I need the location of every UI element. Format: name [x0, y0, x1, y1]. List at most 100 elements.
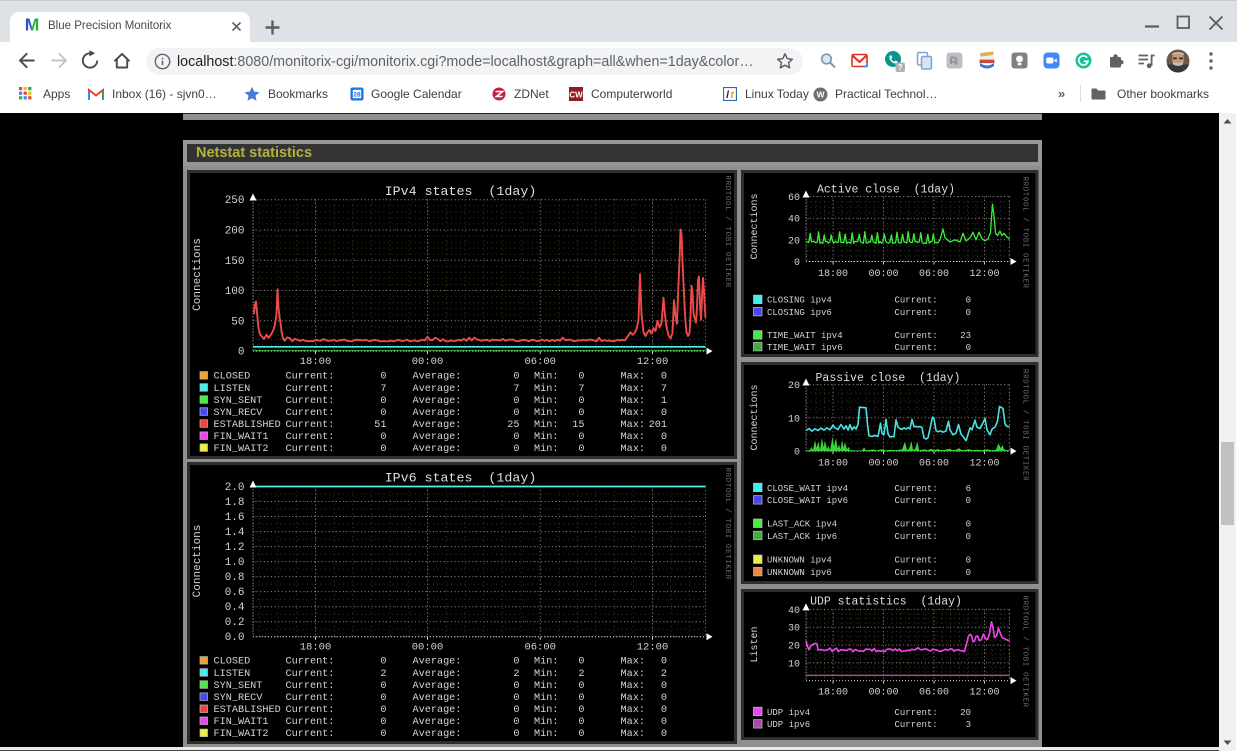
svg-text:Current:: Current:	[285, 444, 334, 455]
svg-text:20: 20	[788, 381, 800, 392]
svg-text:0: 0	[578, 717, 584, 728]
svg-text:Current:: Current:	[285, 705, 334, 716]
svg-text:Max:: Max:	[620, 657, 644, 668]
svg-text:Average:: Average:	[412, 693, 461, 704]
svg-text:Min:: Min:	[534, 656, 558, 668]
svg-text:0: 0	[380, 407, 386, 418]
svg-text:Current:: Current:	[285, 407, 334, 418]
svg-text:Min:: Min:	[534, 692, 558, 704]
svg-text:0: 0	[513, 681, 519, 692]
svg-text:Connections: Connections	[192, 238, 204, 311]
svg-text:18:00: 18:00	[818, 687, 848, 698]
svg-text:UDP ipv4: UDP ipv4	[767, 707, 810, 717]
svg-text:28: 28	[353, 92, 361, 99]
svg-text:UDP ipv6: UDP ipv6	[767, 720, 810, 730]
svg-text:Current:: Current:	[285, 431, 334, 442]
svg-text:18:00: 18:00	[299, 642, 331, 654]
svg-text:0: 0	[513, 693, 519, 704]
svg-text:0: 0	[380, 729, 386, 740]
svg-text:CLOSE_WAIT ipv6: CLOSE_WAIT ipv6	[767, 496, 848, 506]
svg-text:Average:: Average:	[412, 444, 461, 455]
svg-text:12:00: 12:00	[636, 356, 668, 368]
svg-text:0: 0	[513, 444, 519, 455]
svg-text:0: 0	[513, 371, 519, 382]
svg-text:Max:: Max:	[620, 431, 644, 442]
svg-text:0: 0	[660, 657, 666, 668]
svg-text:0: 0	[513, 657, 519, 668]
svg-text:Max:: Max:	[620, 407, 644, 418]
svg-text:Average:: Average:	[412, 717, 461, 728]
svg-text:RRDTOOL / TOBI OETIKER: RRDTOOL / TOBI OETIKER	[723, 468, 731, 580]
svg-text:06:00: 06:00	[919, 269, 949, 280]
svg-text:Max:: Max:	[620, 669, 644, 680]
svg-text:Average:: Average:	[412, 657, 461, 668]
svg-text:Current:: Current:	[285, 717, 334, 728]
svg-text:Min:: Min:	[534, 406, 558, 418]
svg-text:Min:: Min:	[534, 418, 558, 430]
svg-text:Average:: Average:	[412, 383, 461, 394]
svg-text:Current:: Current:	[895, 519, 938, 529]
svg-text:40: 40	[788, 605, 800, 616]
svg-text:0: 0	[380, 444, 386, 455]
svg-text:1.0: 1.0	[224, 557, 244, 569]
svg-text:200: 200	[224, 225, 244, 237]
svg-text:0: 0	[966, 531, 971, 541]
svg-text:0: 0	[660, 717, 666, 728]
svg-text:SYN_RECV: SYN_RECV	[213, 693, 263, 704]
svg-text:FIN_WAIT2: FIN_WAIT2	[213, 444, 268, 455]
svg-text:2.0: 2.0	[224, 482, 244, 494]
svg-text:50: 50	[231, 316, 244, 328]
svg-text:RRDTOOL / TOBI OETIKER: RRDTOOL / TOBI OETIKER	[723, 175, 731, 287]
svg-text:12:00: 12:00	[969, 269, 999, 280]
svg-text:Average:: Average:	[412, 419, 461, 430]
svg-text:ESTABLISHED: ESTABLISHED	[213, 705, 280, 716]
svg-text:18:00: 18:00	[299, 356, 331, 368]
svg-text:0: 0	[578, 395, 584, 406]
svg-text:Max:: Max:	[620, 693, 644, 704]
svg-text:2: 2	[513, 669, 519, 680]
svg-text:0: 0	[660, 371, 666, 382]
svg-text:23: 23	[960, 331, 971, 341]
svg-text:0: 0	[578, 657, 584, 668]
svg-text:7: 7	[513, 383, 519, 394]
svg-text:SYN_SENT: SYN_SENT	[213, 395, 262, 406]
svg-text:CLOSE_WAIT ipv4: CLOSE_WAIT ipv4	[767, 483, 848, 493]
svg-text:Average:: Average:	[412, 407, 461, 418]
svg-text:Average:: Average:	[412, 669, 461, 680]
svg-text:Connections: Connections	[749, 193, 761, 259]
svg-text:0: 0	[380, 371, 386, 382]
svg-text:Current:: Current:	[285, 419, 334, 430]
svg-text:0: 0	[578, 693, 584, 704]
svg-text:Average:: Average:	[412, 395, 461, 406]
svg-text:1: 1	[660, 395, 666, 406]
svg-text:Average:: Average:	[412, 431, 461, 442]
svg-text:0: 0	[660, 693, 666, 704]
svg-text:40: 40	[788, 214, 800, 225]
svg-text:Listen: Listen	[749, 626, 761, 662]
svg-text:Current:: Current:	[895, 308, 938, 318]
svg-text:?: ?	[898, 63, 903, 72]
svg-text:0: 0	[578, 729, 584, 740]
svg-text:Current:: Current:	[285, 681, 334, 692]
svg-text:20: 20	[788, 236, 800, 247]
svg-text:SYN_SENT: SYN_SENT	[213, 681, 262, 692]
svg-text:0: 0	[660, 431, 666, 442]
svg-text:0: 0	[380, 431, 386, 442]
svg-text:12:00: 12:00	[969, 458, 999, 469]
svg-text:00:00: 00:00	[868, 687, 898, 698]
svg-text:00:00: 00:00	[411, 356, 443, 368]
svg-text:Average:: Average:	[412, 681, 461, 692]
svg-text:51: 51	[374, 419, 386, 430]
svg-text:Current:: Current:	[285, 729, 334, 740]
svg-text:0: 0	[966, 555, 971, 565]
svg-text:20: 20	[960, 707, 971, 717]
svg-text:2: 2	[660, 669, 666, 680]
svg-text:18:00: 18:00	[818, 269, 848, 280]
svg-text:Connections: Connections	[749, 384, 761, 450]
svg-text:FIN_WAIT2: FIN_WAIT2	[213, 729, 268, 740]
svg-text:3: 3	[966, 720, 971, 730]
svg-text:25: 25	[507, 419, 519, 430]
svg-text:Passive close (1day): Passive close (1day)	[816, 372, 961, 385]
svg-text:0: 0	[966, 496, 971, 506]
svg-text:0: 0	[380, 705, 386, 716]
